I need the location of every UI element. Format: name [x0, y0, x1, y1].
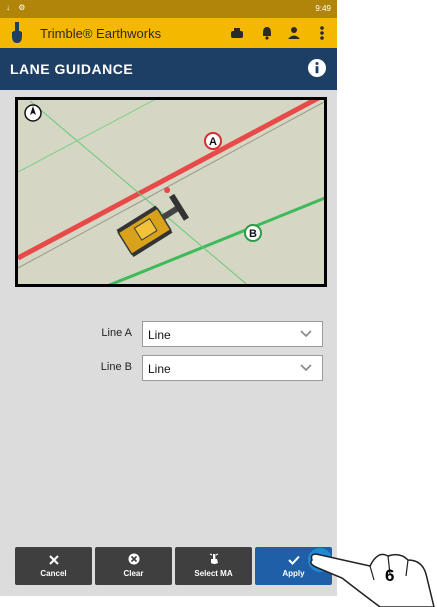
status-bar: ↓ ⚙ 9:49 [0, 0, 337, 18]
status-icons: ↓ ⚙ [6, 3, 29, 12]
cancel-button[interactable]: Cancel [15, 547, 92, 585]
grid-line [18, 100, 156, 173]
clear-label: Clear [123, 569, 144, 578]
device-screen: ↓ ⚙ 9:49 Trimble® Earthworks LANE GUIDAN… [0, 0, 337, 596]
line-b-marker[interactable]: B [244, 224, 262, 242]
compass-icon[interactable] [24, 104, 42, 122]
lane-map[interactable]: A B [15, 97, 327, 287]
chevron-down-icon [300, 330, 312, 338]
line-b-select[interactable]: Line [142, 355, 323, 381]
line-a[interactable] [18, 100, 324, 261]
svg-text:B: B [249, 228, 257, 240]
pointing-hand-icon [308, 548, 435, 607]
line-a-value: Line [148, 328, 171, 342]
line-a-label: Line A [101, 327, 132, 339]
step-number: 6 [385, 566, 395, 585]
chevron-down-icon [300, 364, 312, 372]
reference-line [18, 101, 324, 269]
cancel-label: Cancel [40, 569, 67, 578]
page-header: LANE GUIDANCE [0, 48, 337, 90]
line-b-value: Line [148, 362, 171, 376]
clear-icon [95, 552, 172, 570]
close-icon [15, 552, 92, 570]
operator-icon[interactable] [285, 24, 303, 42]
bell-icon[interactable] [258, 24, 276, 42]
line-a-marker[interactable]: A [204, 132, 222, 150]
line-a-select[interactable]: Line [142, 321, 323, 347]
machine-icon[interactable] [228, 24, 246, 42]
tap-icon [175, 552, 252, 570]
select-ma-label: Select MA [194, 569, 233, 578]
line-b[interactable] [60, 196, 324, 284]
clear-button[interactable]: Clear [95, 547, 172, 585]
map-canvas: A B [18, 100, 324, 284]
page-title: LANE GUIDANCE [10, 61, 134, 77]
select-ma-button[interactable]: Select MA [175, 547, 252, 585]
info-icon[interactable] [307, 58, 327, 78]
line-b-label: Line B [100, 361, 132, 373]
line-a-row: Line A Line [0, 321, 337, 347]
trimble-logo-icon [12, 22, 22, 43]
app-title: Trimble® Earthworks [40, 26, 162, 41]
more-vert-icon[interactable] [313, 24, 331, 42]
app-bar: Trimble® Earthworks [0, 18, 337, 48]
svg-text:A: A [209, 136, 217, 148]
line-b-row: Line B Line [0, 355, 337, 381]
status-time: 9:49 [315, 4, 331, 13]
